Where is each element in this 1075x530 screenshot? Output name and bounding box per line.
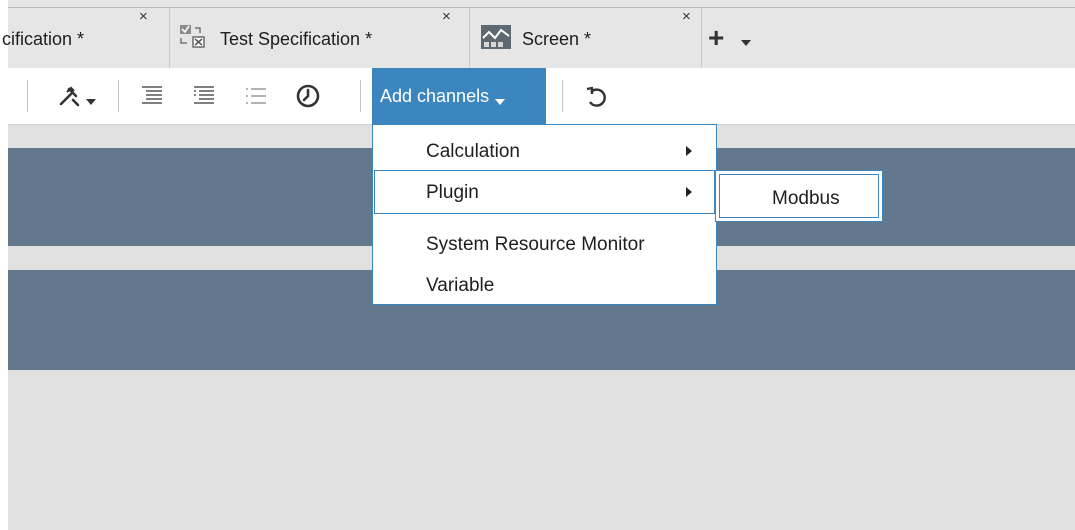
menu-item-label: Variable (426, 275, 495, 296)
close-icon[interactable]: × (139, 8, 148, 25)
menu-item-calculation[interactable]: Calculation (374, 129, 715, 173)
tools-dropdown-button[interactable] (44, 78, 108, 114)
add-channels-label: Add channels (380, 85, 490, 106)
add-channels-menu: Calculation Plugin System Resource Monit… (372, 124, 717, 305)
toolbar: Add channels (8, 68, 1075, 125)
tab-label: Screen * (522, 29, 592, 49)
list-indent-icon (140, 84, 164, 108)
menu-item-variable[interactable]: Variable (374, 263, 715, 307)
close-icon[interactable]: × (442, 8, 451, 25)
chevron-down-icon (495, 99, 506, 105)
chevron-right-icon (686, 187, 692, 197)
tab-screen[interactable]: Screen * × (470, 8, 702, 68)
screen-chart-icon (480, 22, 511, 52)
menu-item-label: Calculation (426, 141, 520, 162)
toolbar-separator (562, 80, 563, 112)
list-button[interactable] (236, 78, 276, 114)
refresh-icon (583, 83, 609, 109)
chevron-right-icon (686, 146, 692, 156)
menu-item-system-resource-monitor[interactable]: System Resource Monitor (374, 222, 715, 266)
add-channels-button[interactable]: Add channels (372, 68, 546, 124)
chevron-down-icon[interactable] (741, 40, 751, 46)
add-tab-button[interactable]: + (708, 24, 724, 52)
tab-specification[interactable]: cification * × (2, 8, 170, 68)
toolbar-separator (27, 80, 28, 112)
test-specification-icon (178, 22, 208, 52)
toolbar-separator (118, 80, 119, 112)
plugin-submenu: Modbus (715, 170, 883, 222)
left-edge (0, 0, 8, 530)
list-icon (244, 84, 268, 108)
menu-item-label: System Resource Monitor (426, 234, 645, 255)
clock-icon (295, 83, 321, 109)
tab-label: cification * (2, 29, 85, 49)
tab-label: Test Specification * (220, 29, 373, 49)
toolbar-separator (360, 80, 361, 112)
menu-item-label: Plugin (426, 182, 479, 203)
menu-item-plugin[interactable]: Plugin (374, 170, 715, 214)
tab-test-specification[interactable]: Test Specification * × (170, 8, 470, 68)
tab-strip: cification * × Test Specification * × Sc… (2, 0, 1075, 68)
history-button[interactable] (286, 78, 330, 114)
refresh-button[interactable] (574, 78, 618, 114)
submenu-item-label: Modbus (772, 188, 840, 209)
outdent-button[interactable] (184, 78, 224, 114)
indent-button[interactable] (132, 78, 172, 114)
submenu-item-modbus[interactable]: Modbus (719, 174, 879, 218)
chevron-down-icon (86, 99, 96, 105)
list-outdent-icon (192, 84, 216, 108)
tools-icon (56, 83, 82, 109)
close-icon[interactable]: × (682, 8, 691, 25)
